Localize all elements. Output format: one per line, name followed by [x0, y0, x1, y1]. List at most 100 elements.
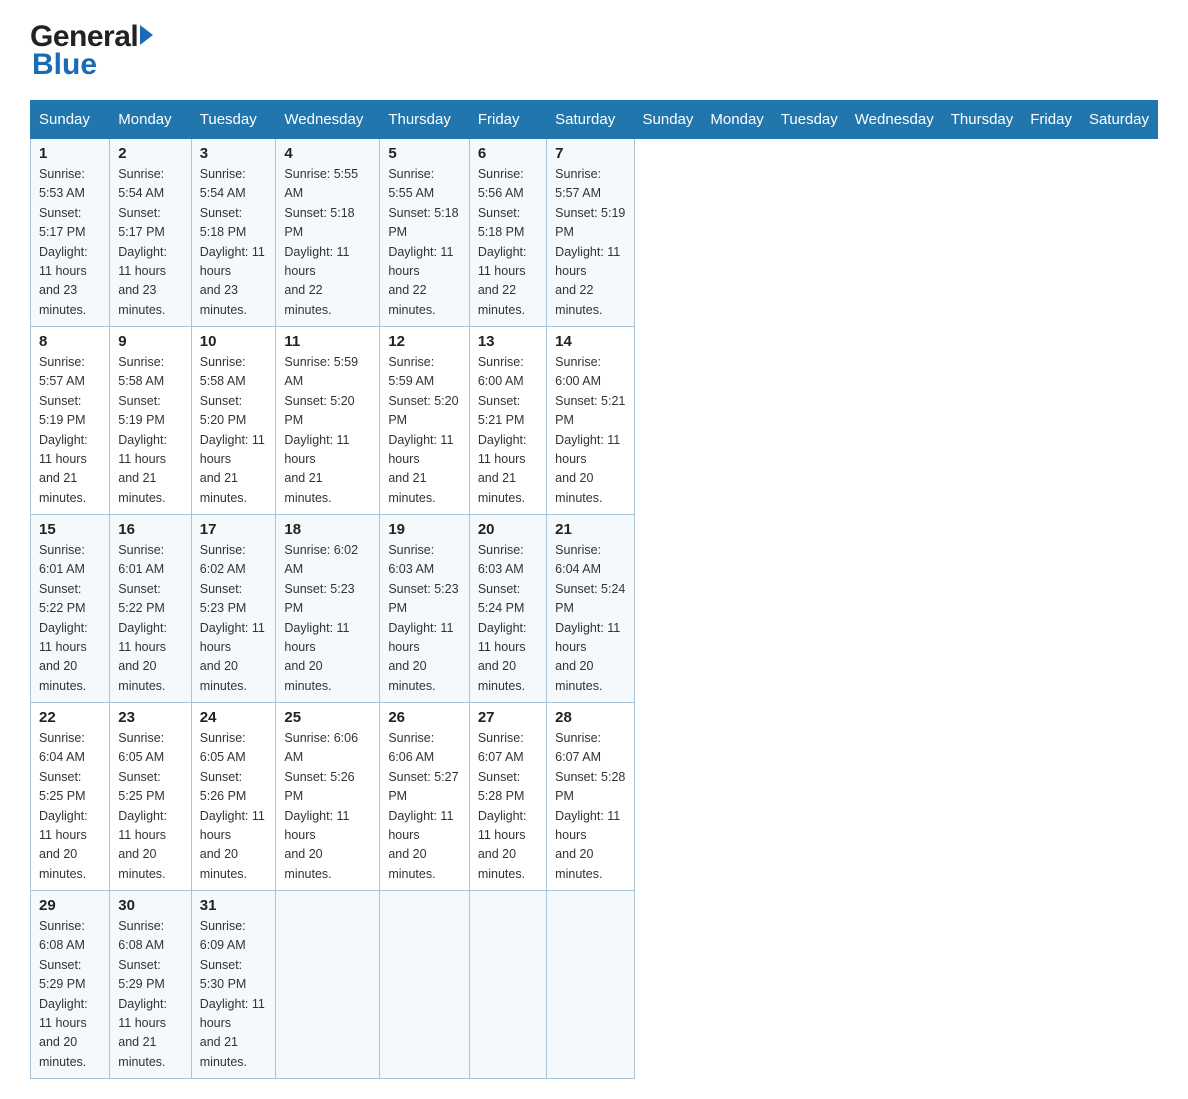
- day-number: 12: [388, 333, 461, 350]
- day-number: 24: [200, 709, 268, 726]
- col-header-friday: Friday: [469, 101, 546, 139]
- col-header-thursday: Thursday: [942, 101, 1022, 139]
- day-number: 7: [555, 145, 625, 162]
- week-row-5: 29 Sunrise: 6:08 AMSunset: 5:29 PMDayligh…: [31, 891, 1158, 1079]
- calendar-cell: [469, 891, 546, 1079]
- day-info: Sunrise: 6:03 AMSunset: 5:23 PMDaylight:…: [388, 541, 461, 696]
- calendar-cell: 27 Sunrise: 6:07 AMSunset: 5:28 PMDayligh…: [469, 703, 546, 891]
- calendar-cell: 11 Sunrise: 5:59 AMSunset: 5:20 PMDayligh…: [276, 327, 380, 515]
- calendar-cell: 13 Sunrise: 6:00 AMSunset: 5:21 PMDayligh…: [469, 327, 546, 515]
- day-number: 28: [555, 709, 625, 726]
- col-header-tuesday: Tuesday: [191, 101, 276, 139]
- col-header-saturday: Saturday: [1080, 101, 1157, 139]
- day-info: Sunrise: 6:07 AMSunset: 5:28 PMDaylight:…: [478, 729, 538, 884]
- logo: General Blue: [30, 20, 153, 82]
- day-number: 20: [478, 521, 538, 538]
- day-info: Sunrise: 6:01 AMSunset: 5:22 PMDaylight:…: [39, 541, 101, 696]
- day-info: Sunrise: 6:06 AMSunset: 5:26 PMDaylight:…: [284, 729, 371, 884]
- week-row-1: 1 Sunrise: 5:53 AMSunset: 5:17 PMDaylight…: [31, 139, 1158, 327]
- page-header: General Blue: [30, 20, 1158, 82]
- logo-blue-text: Blue: [30, 48, 97, 82]
- day-number: 31: [200, 897, 268, 914]
- calendar-cell: 19 Sunrise: 6:03 AMSunset: 5:23 PMDayligh…: [380, 515, 470, 703]
- day-number: 26: [388, 709, 461, 726]
- day-info: Sunrise: 6:03 AMSunset: 5:24 PMDaylight:…: [478, 541, 538, 696]
- day-info: Sunrise: 5:55 AMSunset: 5:18 PMDaylight:…: [388, 165, 461, 320]
- day-info: Sunrise: 5:54 AMSunset: 5:17 PMDaylight:…: [118, 165, 182, 320]
- day-number: 16: [118, 521, 182, 538]
- day-number: 11: [284, 333, 371, 350]
- calendar-cell: 12 Sunrise: 5:59 AMSunset: 5:20 PMDayligh…: [380, 327, 470, 515]
- calendar-cell: 9 Sunrise: 5:58 AMSunset: 5:19 PMDaylight…: [110, 327, 191, 515]
- day-number: 13: [478, 333, 538, 350]
- day-number: 29: [39, 897, 101, 914]
- calendar-cell: 23Sunrise: 6:05 AMSunset: 5:25 PMDayligh…: [110, 703, 191, 891]
- day-number: 8: [39, 333, 101, 350]
- day-info: Sunrise: 5:58 AMSunset: 5:19 PMDaylight:…: [118, 353, 182, 508]
- week-row-2: 8 Sunrise: 5:57 AMSunset: 5:19 PMDaylight…: [31, 327, 1158, 515]
- calendar-cell: 26Sunrise: 6:06 AMSunset: 5:27 PMDayligh…: [380, 703, 470, 891]
- calendar-cell: 5 Sunrise: 5:55 AMSunset: 5:18 PMDaylight…: [380, 139, 470, 327]
- day-info: Sunrise: 6:07 AMSunset: 5:28 PMDaylight:…: [555, 729, 625, 884]
- calendar-cell: [276, 891, 380, 1079]
- calendar-cell: 24 Sunrise: 6:05 AMSunset: 5:26 PMDayligh…: [191, 703, 276, 891]
- calendar-cell: 20 Sunrise: 6:03 AMSunset: 5:24 PMDayligh…: [469, 515, 546, 703]
- day-number: 17: [200, 521, 268, 538]
- day-number: 19: [388, 521, 461, 538]
- day-number: 14: [555, 333, 625, 350]
- day-info: Sunrise: 6:05 AMSunset: 5:26 PMDaylight:…: [200, 729, 268, 884]
- calendar-cell: 1 Sunrise: 5:53 AMSunset: 5:17 PMDaylight…: [31, 139, 110, 327]
- day-info: Sunrise: 6:08 AMSunset: 5:29 PMDaylight:…: [39, 917, 101, 1072]
- calendar-cell: 18 Sunrise: 6:02 AMSunset: 5:23 PMDayligh…: [276, 515, 380, 703]
- day-number: 27: [478, 709, 538, 726]
- calendar-cell: 28 Sunrise: 6:07 AMSunset: 5:28 PMDayligh…: [547, 703, 634, 891]
- calendar-cell: [380, 891, 470, 1079]
- calendar-cell: 15 Sunrise: 6:01 AMSunset: 5:22 PMDayligh…: [31, 515, 110, 703]
- day-number: 9: [118, 333, 182, 350]
- col-header-tuesday: Tuesday: [772, 101, 846, 139]
- calendar-cell: 25Sunrise: 6:06 AMSunset: 5:26 PMDayligh…: [276, 703, 380, 891]
- day-info: Sunrise: 6:01 AMSunset: 5:22 PMDaylight:…: [118, 541, 182, 696]
- calendar-cell: 16 Sunrise: 6:01 AMSunset: 5:22 PMDayligh…: [110, 515, 191, 703]
- day-info: Sunrise: 6:04 AMSunset: 5:25 PMDaylight:…: [39, 729, 101, 884]
- day-number: 15: [39, 521, 101, 538]
- col-header-saturday: Saturday: [547, 101, 634, 139]
- day-info: Sunrise: 6:00 AMSunset: 5:21 PMDaylight:…: [478, 353, 538, 508]
- day-info: Sunrise: 6:09 AMSunset: 5:30 PMDaylight:…: [200, 917, 268, 1072]
- day-info: Sunrise: 6:02 AMSunset: 5:23 PMDaylight:…: [284, 541, 371, 696]
- day-number: 1: [39, 145, 101, 162]
- day-number: 30: [118, 897, 182, 914]
- calendar-cell: 10Sunrise: 5:58 AMSunset: 5:20 PMDayligh…: [191, 327, 276, 515]
- calendar-table: SundayMondayTuesdayWednesdayThursdayFrid…: [30, 100, 1158, 1079]
- day-number: 18: [284, 521, 371, 538]
- day-info: Sunrise: 5:53 AMSunset: 5:17 PMDaylight:…: [39, 165, 101, 320]
- day-info: Sunrise: 6:02 AMSunset: 5:23 PMDaylight:…: [200, 541, 268, 696]
- col-header-monday: Monday: [702, 101, 772, 139]
- calendar-cell: 2Sunrise: 5:54 AMSunset: 5:17 PMDaylight…: [110, 139, 191, 327]
- calendar-cell: 17 Sunrise: 6:02 AMSunset: 5:23 PMDayligh…: [191, 515, 276, 703]
- day-info: Sunrise: 5:59 AMSunset: 5:20 PMDaylight:…: [388, 353, 461, 508]
- day-number: 21: [555, 521, 625, 538]
- day-info: Sunrise: 5:55 AMSunset: 5:18 PMDaylight:…: [284, 165, 371, 320]
- calendar-cell: 30 Sunrise: 6:08 AMSunset: 5:29 PMDayligh…: [110, 891, 191, 1079]
- day-info: Sunrise: 5:54 AMSunset: 5:18 PMDaylight:…: [200, 165, 268, 320]
- week-row-3: 15 Sunrise: 6:01 AMSunset: 5:22 PMDayligh…: [31, 515, 1158, 703]
- col-header-thursday: Thursday: [380, 101, 470, 139]
- day-info: Sunrise: 5:57 AMSunset: 5:19 PMDaylight:…: [39, 353, 101, 508]
- calendar-cell: 6Sunrise: 5:56 AMSunset: 5:18 PMDaylight…: [469, 139, 546, 327]
- col-header-sunday: Sunday: [634, 101, 702, 139]
- day-number: 3: [200, 145, 268, 162]
- day-info: Sunrise: 5:59 AMSunset: 5:20 PMDaylight:…: [284, 353, 371, 508]
- col-header-friday: Friday: [1022, 101, 1081, 139]
- calendar-cell: 4Sunrise: 5:55 AMSunset: 5:18 PMDaylight…: [276, 139, 380, 327]
- calendar-cell: 7Sunrise: 5:57 AMSunset: 5:19 PMDaylight…: [547, 139, 634, 327]
- col-header-sunday: Sunday: [31, 101, 110, 139]
- col-header-wednesday: Wednesday: [276, 101, 380, 139]
- calendar-cell: 8 Sunrise: 5:57 AMSunset: 5:19 PMDaylight…: [31, 327, 110, 515]
- day-info: Sunrise: 6:08 AMSunset: 5:29 PMDaylight:…: [118, 917, 182, 1072]
- day-info: Sunrise: 6:05 AMSunset: 5:25 PMDaylight:…: [118, 729, 182, 884]
- calendar-cell: 14 Sunrise: 6:00 AMSunset: 5:21 PMDayligh…: [547, 327, 634, 515]
- day-number: 5: [388, 145, 461, 162]
- day-number: 10: [200, 333, 268, 350]
- day-info: Sunrise: 6:00 AMSunset: 5:21 PMDaylight:…: [555, 353, 625, 508]
